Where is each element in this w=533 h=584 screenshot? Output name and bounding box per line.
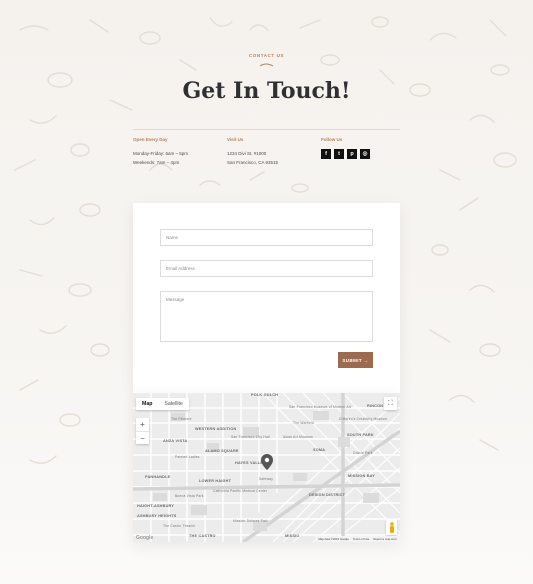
social-links: f t p ◎ bbox=[321, 149, 370, 159]
pinterest-icon[interactable]: p bbox=[347, 149, 357, 159]
follow-heading: Follow Us bbox=[321, 137, 343, 142]
contact-form: Name Email Address Message SUBMIT → bbox=[133, 203, 400, 393]
submit-button[interactable]: SUBMIT → bbox=[338, 352, 373, 368]
map-label: LOWER HAIGHT bbox=[199, 479, 232, 483]
map-label: HAIGHT-ASHBURY bbox=[137, 504, 175, 508]
zoom-out-button[interactable]: − bbox=[136, 431, 149, 444]
visit-heading: Visit Us bbox=[227, 137, 244, 142]
google-logo: Google bbox=[136, 535, 154, 541]
map-label: DESIGN DISTRICT bbox=[309, 493, 346, 497]
map-label: PANHANDLE bbox=[145, 475, 171, 479]
map-poi: California Pacific Medical Center bbox=[213, 489, 268, 493]
map-type-satellite[interactable]: Satellite bbox=[158, 398, 188, 410]
report-error-link[interactable]: Report a map error bbox=[373, 537, 397, 541]
map-poi: Painted Ladies bbox=[175, 455, 200, 459]
map-label: ASHBURY HEIGHTS bbox=[137, 514, 177, 518]
map-type-map[interactable]: Map bbox=[136, 398, 158, 410]
page-title: Get In Touch! bbox=[182, 78, 351, 104]
section-eyebrow: CONTACT US bbox=[248, 53, 285, 58]
map-label: MISSION BAY bbox=[348, 474, 375, 478]
location-map[interactable]: POLK GULCH RINCON H WESTERN ADDITION ANZ… bbox=[133, 393, 400, 542]
twitter-icon[interactable]: t bbox=[334, 149, 344, 159]
hours-heading: Open Every Day bbox=[133, 137, 168, 142]
facebook-icon[interactable]: f bbox=[321, 149, 331, 159]
map-label: POLK GULCH bbox=[251, 393, 279, 397]
name-field[interactable]: Name bbox=[160, 229, 373, 246]
map-poi: Buena Vista Park bbox=[175, 494, 204, 498]
map-pin-icon[interactable] bbox=[261, 454, 273, 470]
address-line-1: 1234 Divi St. #1000 bbox=[227, 151, 267, 156]
map-poi: San Francisco Museum of Modern Art bbox=[289, 405, 352, 409]
zoom-control: + − bbox=[136, 418, 149, 444]
street-view-pegman-icon[interactable] bbox=[386, 519, 397, 535]
instagram-icon[interactable]: ◎ bbox=[360, 149, 370, 159]
info-divider bbox=[321, 129, 400, 130]
fullscreen-icon[interactable]: ⛶ bbox=[384, 397, 397, 410]
map-label: WESTERN ADDITION bbox=[195, 427, 237, 431]
map-label: THE CASTRO bbox=[189, 534, 216, 538]
address-line-2: San Francisco, CA 93515 bbox=[227, 160, 279, 165]
flourish-divider-icon bbox=[259, 63, 274, 67]
map-label: MISSIO bbox=[285, 534, 300, 538]
hours-weekend: Weekends: 7am – 4pm bbox=[133, 160, 180, 165]
map-poi: Mission Dolores Park bbox=[233, 519, 269, 523]
map-poi: The Fillmore bbox=[171, 417, 192, 421]
map-label: SOMA bbox=[313, 448, 326, 452]
message-field[interactable]: Message bbox=[160, 291, 373, 342]
map-poi: The Warfield bbox=[293, 421, 314, 425]
map-attribution: Map data ©2019 Google Terms of Use Repor… bbox=[315, 536, 400, 542]
hours-weekday: Monday-Friday: 6am – 5pm bbox=[133, 151, 189, 156]
info-divider bbox=[133, 129, 228, 130]
map-poi: San Francisco City Hall bbox=[231, 435, 270, 439]
map-poi: Asian Art Museum bbox=[283, 435, 313, 439]
email-field[interactable]: Email Address bbox=[160, 260, 373, 277]
map-label: SOUTH PARK bbox=[347, 433, 374, 437]
map-poi: The Castro Theatre bbox=[163, 524, 196, 528]
map-label: ANZA VISTA bbox=[163, 439, 188, 443]
info-divider bbox=[227, 129, 322, 130]
map-data-credit: Map data ©2019 Google bbox=[318, 537, 349, 541]
map-type-control: Map Satellite bbox=[136, 398, 189, 410]
map-poi: Children's Creativity Museum bbox=[339, 417, 388, 421]
map-poi: Oracle Park bbox=[353, 451, 373, 455]
terms-link[interactable]: Terms of Use bbox=[353, 537, 369, 541]
zoom-in-button[interactable]: + bbox=[136, 418, 149, 431]
map-poi: Safeway bbox=[259, 477, 274, 481]
map-label: ALAMO SQUARE bbox=[205, 449, 239, 453]
